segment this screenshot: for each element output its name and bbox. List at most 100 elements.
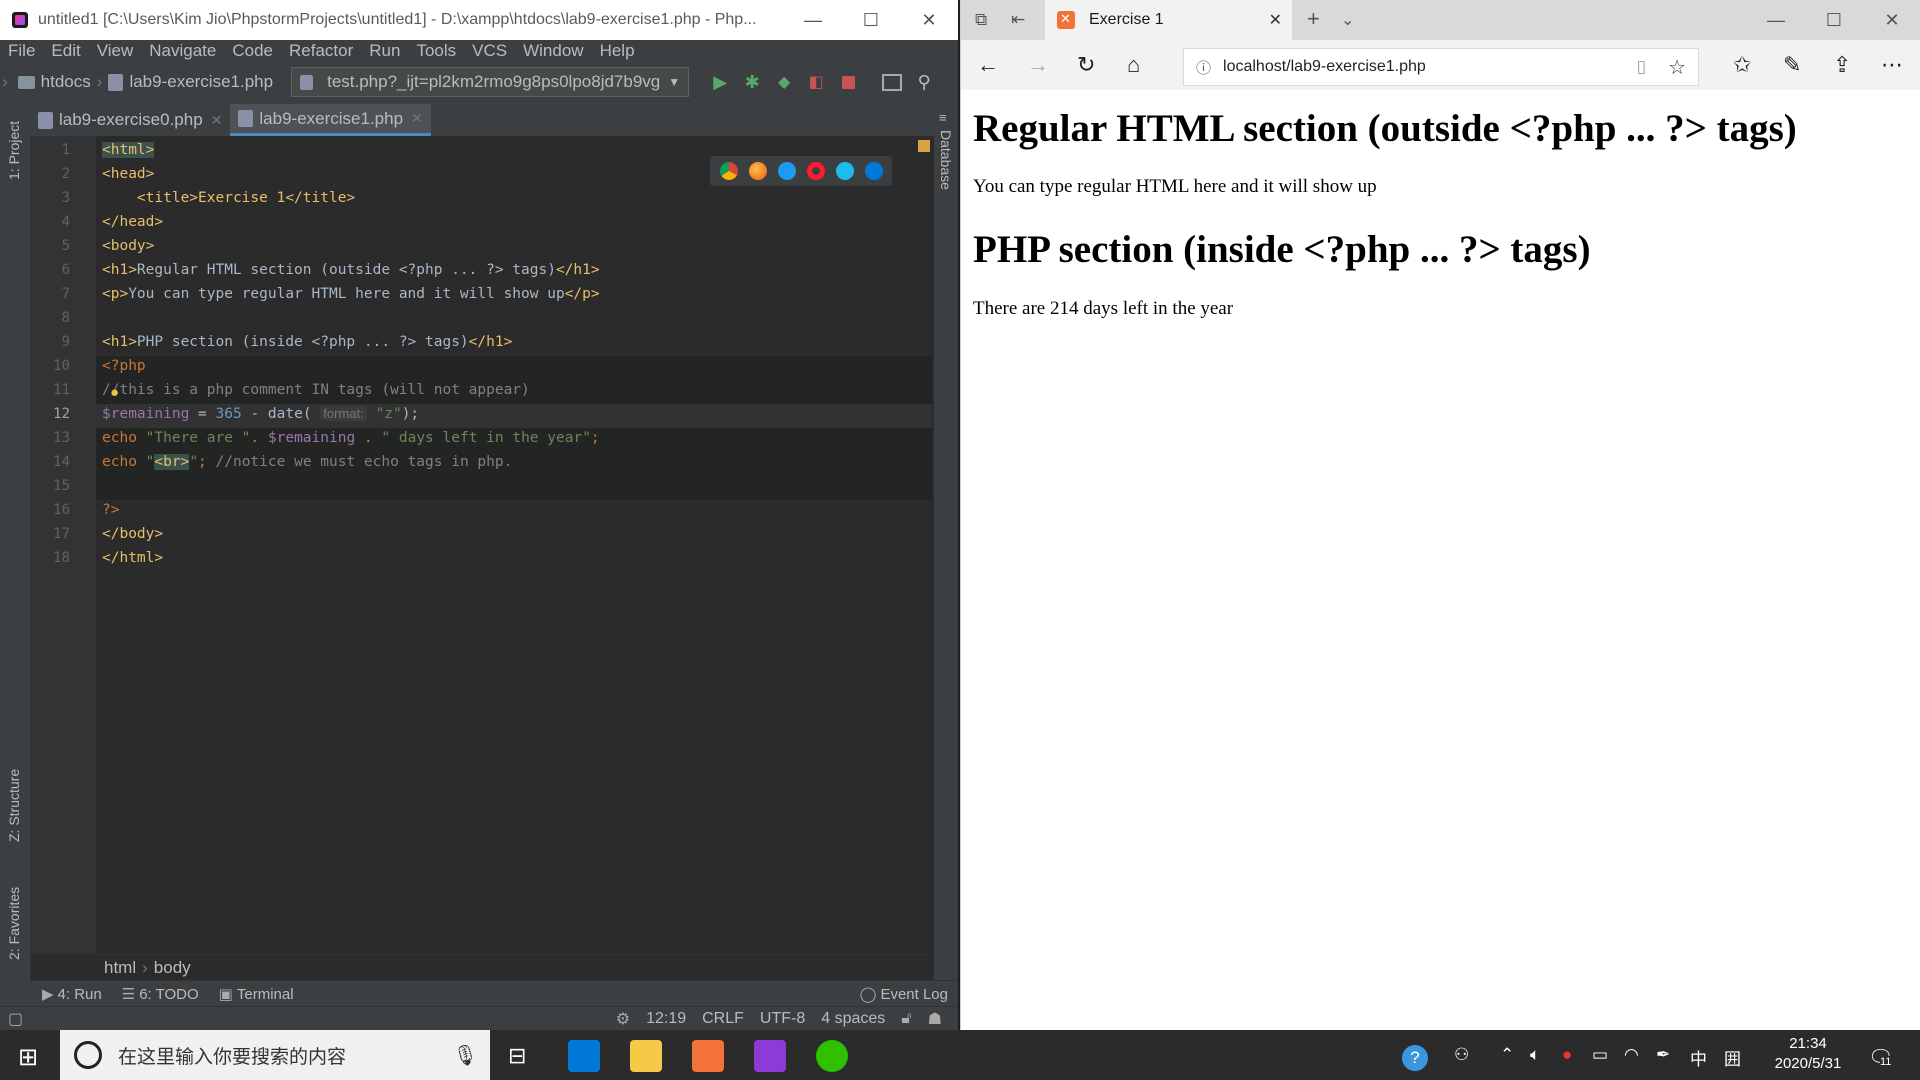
lock-icon[interactable]: 🔓︎ xyxy=(901,1010,911,1028)
people-icon[interactable]: ⚇ xyxy=(1454,1045,1469,1065)
tab-manager-icon[interactable]: ⧉ xyxy=(975,10,987,30)
run-config-select[interactable]: test.php?_ijt=pl2km2rmo9g8ps0lpo8jd7b9vg… xyxy=(291,67,690,97)
chevron-up-icon[interactable]: ⌃ xyxy=(1500,1045,1514,1065)
back-icon[interactable]: ← xyxy=(977,52,999,78)
file-encoding[interactable]: UTF-8 xyxy=(760,1010,805,1028)
menu-help[interactable]: Help xyxy=(593,41,644,61)
home-icon[interactable]: ⌂ xyxy=(1127,52,1140,78)
battery-icon[interactable]: ▭ xyxy=(1592,1045,1608,1065)
profile-icon[interactable]: ◧ xyxy=(801,67,831,97)
maximize-icon[interactable]: ☐ xyxy=(1805,0,1863,40)
tool-terminal[interactable]: Terminal xyxy=(237,986,294,1003)
address-bar[interactable]: ⓘ localhost/lab9-exercise1.php ▯ ☆ xyxy=(1183,48,1699,86)
taskbar-search[interactable]: 在这里输入你要搜索的内容 🎙︎ xyxy=(60,1030,490,1080)
menu-tools[interactable]: Tools xyxy=(409,41,465,61)
path-html[interactable]: html xyxy=(104,958,136,978)
tab-lab9-exercise0[interactable]: lab9-exercise0.php ✕ xyxy=(30,104,230,136)
pen-icon[interactable]: ✒ xyxy=(1656,1045,1670,1065)
inspector-icon[interactable]: ☗ xyxy=(928,1009,942,1029)
ie-icon[interactable] xyxy=(835,162,854,180)
favorite-star-icon[interactable]: ☆ xyxy=(1668,55,1686,80)
tool-favorites[interactable]: 2: Favorites xyxy=(6,887,22,960)
line-separator[interactable]: CRLF xyxy=(702,1010,744,1028)
line-gutter: 1 2 3 4 5 6 7 8 9 10 11 12 13 14 15 16 1… xyxy=(30,136,96,954)
code-editor[interactable]: <html> <head> <title>Exercise 1</title> … xyxy=(96,136,932,954)
forward-icon[interactable]: → xyxy=(1027,52,1049,78)
volume-icon[interactable]: 🔈︎ xyxy=(1530,1045,1540,1065)
coverage-icon[interactable]: ◆ xyxy=(769,67,799,97)
stop-icon[interactable] xyxy=(833,67,863,97)
search-icon[interactable]: ⚲ xyxy=(909,67,939,97)
browser-tab[interactable]: Exercise 1 ✕ xyxy=(1045,0,1292,40)
navigation-bar: › htdocs › lab9-exercise1.php test.php?_… xyxy=(0,62,958,103)
close-tab-icon[interactable]: ✕ xyxy=(411,110,423,127)
menu-file[interactable]: File xyxy=(0,41,44,61)
file-explorer-icon[interactable] xyxy=(630,1040,662,1072)
firefox-icon[interactable] xyxy=(748,162,767,180)
tab-lab9-exercise1[interactable]: lab9-exercise1.php ✕ xyxy=(230,104,431,136)
tool-run[interactable]: 4: Run xyxy=(58,986,102,1003)
new-tab-icon[interactable]: + xyxy=(1307,6,1320,32)
debug-icon[interactable]: ✱ xyxy=(737,67,767,97)
ide-status-toggle-icon[interactable]: ▢ xyxy=(8,1009,23,1029)
lightbulb-icon[interactable]: ● xyxy=(110,384,119,401)
menu-code[interactable]: Code xyxy=(225,41,282,61)
opera-icon[interactable] xyxy=(806,162,825,180)
phpstorm-taskbar-icon[interactable] xyxy=(754,1040,786,1072)
minimize-icon[interactable]: — xyxy=(1747,0,1805,40)
ime-language[interactable]: 中 xyxy=(1690,1045,1707,1070)
share-icon[interactable]: ⇪ xyxy=(1833,52,1851,78)
more-icon[interactable]: ⋯ xyxy=(1881,52,1903,78)
close-icon[interactable]: ✕ xyxy=(1863,0,1920,40)
wifi-icon[interactable]: ◠ xyxy=(1624,1045,1639,1065)
path-body[interactable]: body xyxy=(154,958,191,978)
edge-taskbar-icon[interactable] xyxy=(568,1040,600,1072)
task-view-icon[interactable]: ⊟ xyxy=(508,1043,526,1069)
tool-event-log[interactable]: Event Log xyxy=(880,986,948,1003)
tool-database[interactable]: Database xyxy=(938,130,954,190)
chrome-icon[interactable] xyxy=(719,162,738,180)
line-number: 16 xyxy=(53,502,70,518)
project-structure-icon[interactable] xyxy=(877,67,907,97)
code-token: . xyxy=(355,430,382,446)
wechat-taskbar-icon[interactable] xyxy=(816,1040,848,1072)
menu-run[interactable]: Run xyxy=(362,41,409,61)
refresh-icon[interactable]: ↻ xyxy=(1077,52,1095,78)
line-number: 9 xyxy=(61,334,70,350)
qq-icon[interactable]: ● xyxy=(1562,1045,1572,1065)
warning-marker[interactable] xyxy=(918,140,930,152)
menu-vcs[interactable]: VCS xyxy=(465,41,516,61)
breadcrumb-folder[interactable]: htdocs xyxy=(41,72,91,92)
caret-position[interactable]: 12:19 xyxy=(646,1010,686,1028)
tab-preview-icon[interactable]: ⌄ xyxy=(1341,10,1354,30)
microphone-icon[interactable]: 🎙︎ xyxy=(453,1043,478,1068)
menu-refactor[interactable]: Refactor xyxy=(282,41,362,61)
reading-view-icon[interactable]: ▯ xyxy=(1637,57,1646,77)
edge-icon[interactable] xyxy=(864,162,883,180)
menu-edit[interactable]: Edit xyxy=(44,41,89,61)
run-icon[interactable]: ▶ xyxy=(705,67,735,97)
close-tab-icon[interactable]: ✕ xyxy=(1269,10,1282,30)
help-icon[interactable]: ? xyxy=(1402,1045,1428,1071)
set-aside-tabs-icon[interactable]: ⇤ xyxy=(1011,10,1025,30)
info-icon[interactable]: ⓘ xyxy=(1196,57,1211,78)
close-icon[interactable]: ✕ xyxy=(900,0,958,40)
tool-structure[interactable]: Z: Structure xyxy=(6,769,22,842)
web-note-icon[interactable]: ✎ xyxy=(1783,52,1801,78)
close-tab-icon[interactable]: ✕ xyxy=(211,112,223,129)
xampp-taskbar-icon[interactable] xyxy=(692,1040,724,1072)
maximize-icon[interactable]: ☐ xyxy=(842,0,900,40)
menu-navigate[interactable]: Navigate xyxy=(142,41,225,61)
favorites-hub-icon[interactable]: ✩ xyxy=(1733,52,1751,78)
safari-icon[interactable] xyxy=(777,162,796,180)
menu-view[interactable]: View xyxy=(90,41,143,61)
breadcrumb-file[interactable]: lab9-exercise1.php xyxy=(129,72,273,92)
indent-setting[interactable]: 4 spaces xyxy=(821,1010,885,1028)
windows-start-icon[interactable]: ⊞ xyxy=(18,1043,38,1072)
minimize-icon[interactable]: — xyxy=(784,0,842,40)
ime-mode[interactable]: 囲 xyxy=(1724,1045,1741,1070)
clock[interactable]: 21:34 2020/5/31 xyxy=(1762,1034,1854,1074)
tool-todo[interactable]: 6: TODO xyxy=(139,986,198,1003)
tool-project[interactable]: 1: Project xyxy=(6,121,22,180)
menu-window[interactable]: Window xyxy=(516,41,592,61)
